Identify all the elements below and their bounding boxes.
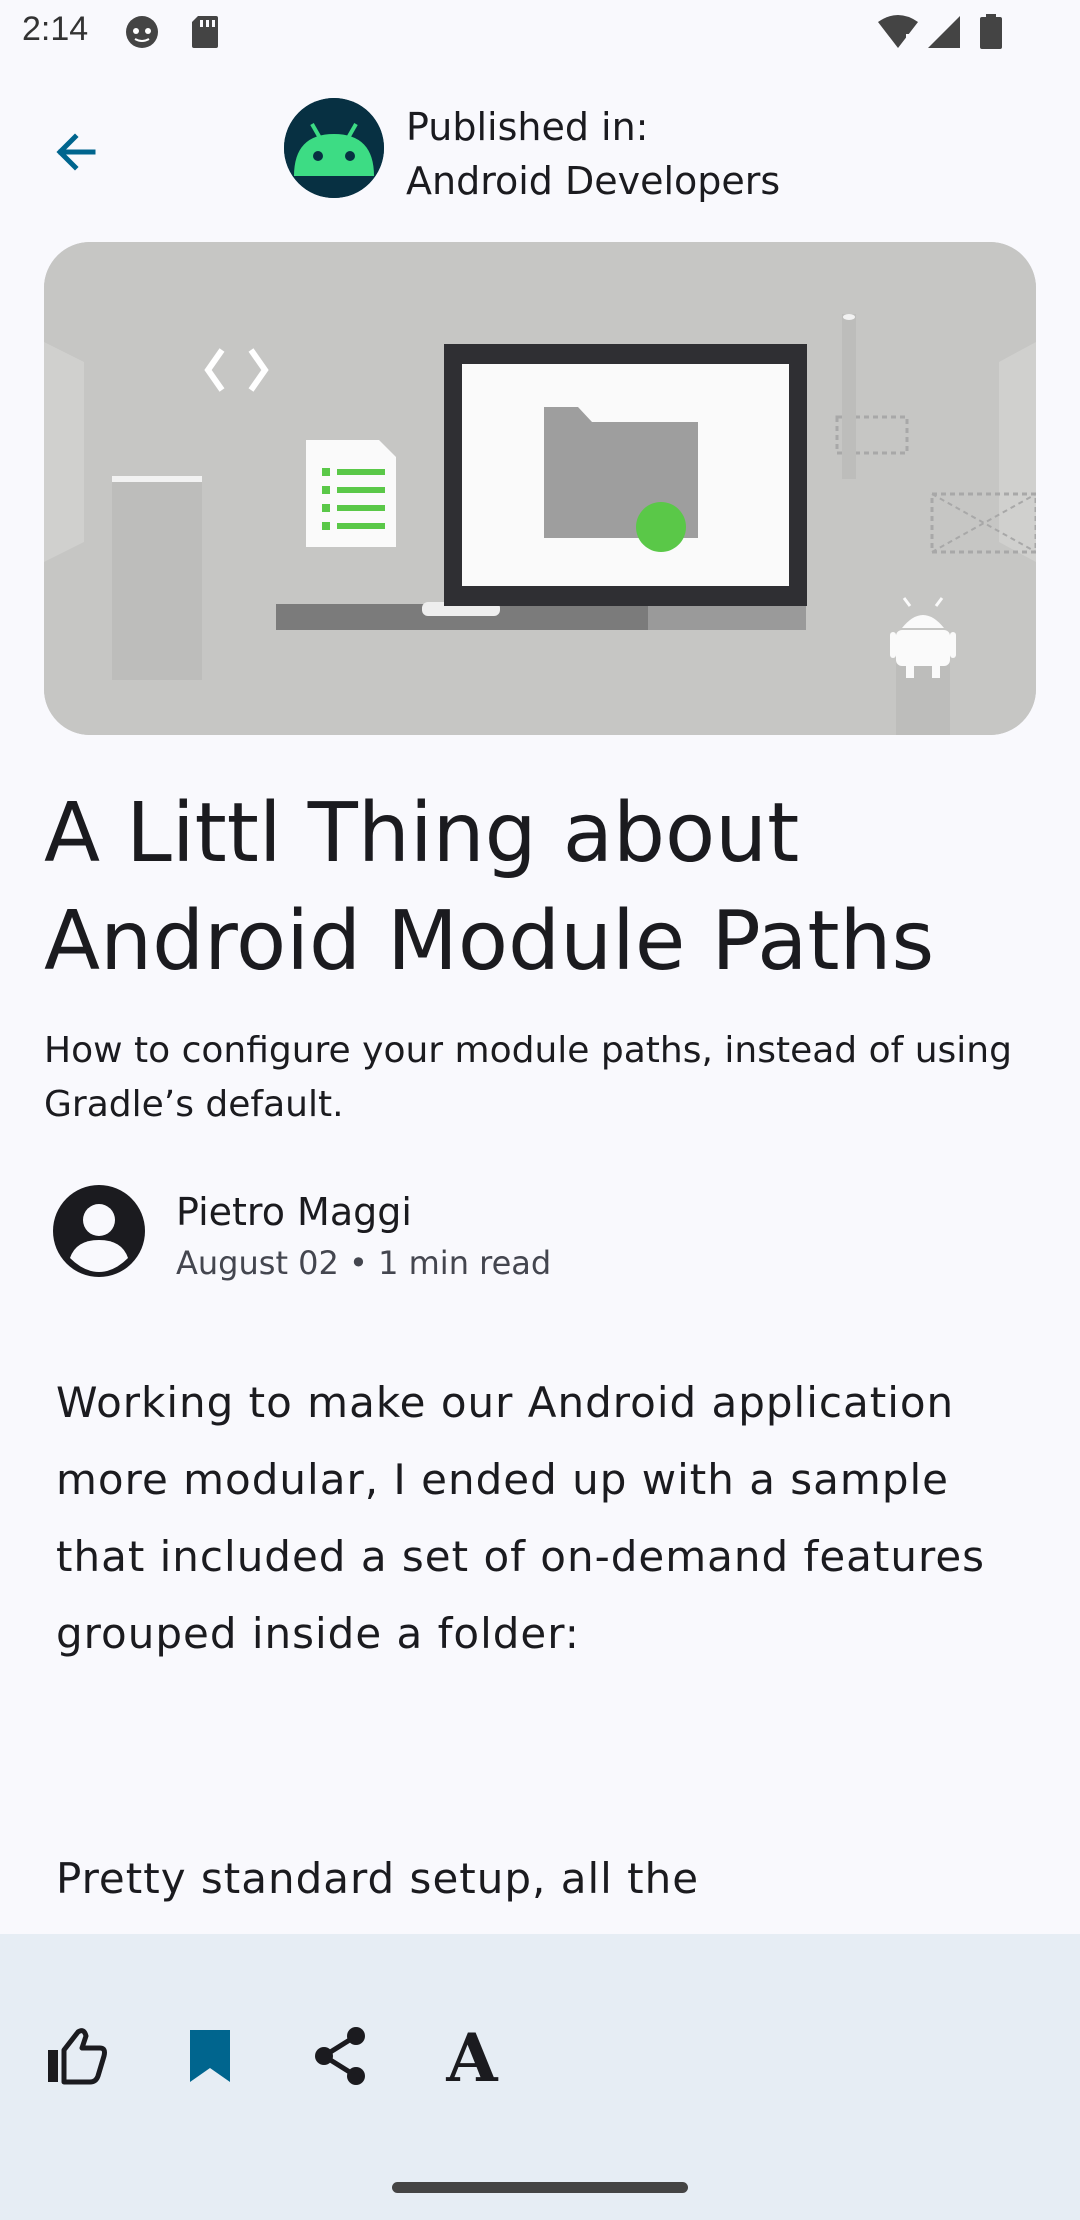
thumb-up-icon: [44, 2026, 108, 2090]
cat-icon: [124, 14, 160, 54]
article-subtitle: How to configure your module paths, inst…: [44, 1030, 1012, 1125]
article-meta: August 02 • 1 min read: [176, 1244, 552, 1282]
publisher-label: Published in:: [406, 105, 649, 149]
article-title: A Littl Thing about Android Module Paths: [44, 786, 935, 989]
share-button[interactable]: [292, 2010, 388, 2106]
publisher-name: Android Developers: [406, 159, 781, 203]
author-avatar-icon: [52, 1184, 146, 1278]
like-button[interactable]: [28, 2010, 124, 2106]
hero-image: [44, 242, 1036, 735]
paragraph-2: Pretty standard setup, all the: [56, 1854, 700, 1903]
sd-card-icon: [190, 14, 220, 54]
text-size-button[interactable]: A: [424, 2010, 520, 2106]
home-indicator[interactable]: [392, 2182, 688, 2193]
signal-icon: [926, 14, 962, 54]
top-app-bar: Published in: Android Developers: [0, 80, 1080, 230]
share-icon: [312, 2026, 368, 2090]
paragraph-1: Working to make our Android application …: [56, 1378, 986, 1658]
arrow-back-icon: [51, 127, 101, 181]
wifi-icon: [876, 14, 920, 54]
bottom-action-bar: A: [0, 1934, 1080, 2220]
publisher-info[interactable]: Published in: Android Developers: [406, 100, 780, 208]
back-button[interactable]: [36, 114, 116, 194]
author-name: Pietro Maggi: [176, 1190, 412, 1234]
status-bar: 2:14: [0, 0, 1080, 66]
status-time: 2:14: [22, 10, 89, 48]
bookmark-button[interactable]: [162, 2010, 258, 2106]
text-size-icon: A: [446, 2019, 498, 2097]
battery-icon: [978, 14, 1004, 54]
bookmark-icon: [188, 2028, 232, 2088]
publisher-avatar: [284, 98, 384, 198]
